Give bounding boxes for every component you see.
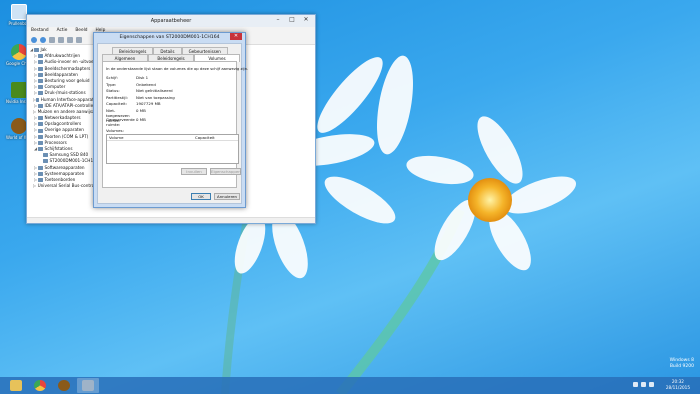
dialog-close-button[interactable]: ✕ <box>230 33 242 40</box>
properties-button[interactable]: Eigenschappen <box>210 168 241 175</box>
forward-icon[interactable] <box>40 37 46 43</box>
device-category-icon <box>38 85 43 90</box>
ok-button[interactable]: OK <box>191 193 211 200</box>
menu-action[interactable]: Actie <box>57 27 68 35</box>
status-bar <box>27 217 315 223</box>
device-manager-titlebar[interactable]: Apparaatbeheer – □ ✕ <box>27 15 315 27</box>
tree-category[interactable]: ▷ Universal Serial Bus-controllers <box>29 183 99 189</box>
field-row: Partitiestijl: Niet van toepassing <box>106 94 175 100</box>
chrome-icon <box>34 380 46 391</box>
file-explorer-icon <box>10 380 22 391</box>
taskbar-chrome[interactable] <box>29 378 51 393</box>
field-row: Capaciteit: 1907729 MB <box>106 101 161 106</box>
minimize-button[interactable]: – <box>271 15 285 24</box>
computer-icon <box>34 48 39 53</box>
field-row: Schijf: Disk 1 <box>106 75 149 80</box>
taskbar-wow[interactable] <box>53 378 75 393</box>
device-category-icon <box>38 72 43 77</box>
device-category-icon <box>38 60 43 65</box>
device-category-icon <box>38 178 43 183</box>
device-category-icon <box>38 134 43 139</box>
maximize-button[interactable]: □ <box>285 15 299 24</box>
fill-button[interactable]: Invullen <box>181 168 207 175</box>
menu-file[interactable]: Bestand <box>31 27 49 35</box>
device-category-icon <box>38 66 43 71</box>
menu-view[interactable]: Beeld <box>75 27 87 35</box>
device-tree: ◢ Jak ▷ Afdrukwachtrijen ▷ Audio-invoer en … <box>29 47 99 217</box>
device-category-icon <box>38 171 43 176</box>
dialog-titlebar[interactable]: Eigenschappen van ST2000DM001-1CH164 ✕ <box>94 33 245 42</box>
tray-flag-icon[interactable] <box>633 382 638 387</box>
device-category-icon <box>38 116 43 121</box>
device-category-icon <box>38 165 43 170</box>
taskbar-device-manager[interactable] <box>77 378 99 393</box>
help-icon[interactable] <box>67 37 73 43</box>
wow-icon <box>11 118 27 134</box>
tab-general[interactable]: Algemeen <box>102 54 148 61</box>
device-category-icon <box>38 91 43 96</box>
tab-events[interactable]: Gebeurtenissen <box>181 47 228 54</box>
properties-dialog[interactable]: Eigenschappen van ST2000DM001-1CH164 ✕ B… <box>93 32 248 208</box>
volumes-table-header: Volume Capaciteit <box>107 135 238 141</box>
back-icon[interactable] <box>31 37 37 43</box>
device-category-icon <box>36 97 40 102</box>
device-category-icon <box>38 140 43 145</box>
tab-details[interactable]: Details <box>153 47 182 54</box>
device-category-icon <box>38 122 43 127</box>
column-volume[interactable]: Volume <box>107 135 195 140</box>
properties-icon[interactable] <box>58 37 64 43</box>
taskbar: 20:32 28/11/2015 <box>0 377 700 394</box>
device-manager-icon <box>82 380 94 391</box>
wow-icon <box>58 380 70 391</box>
scan-icon[interactable] <box>76 37 82 43</box>
chevron-right-icon[interactable]: ▷ <box>33 183 36 189</box>
clock-date: 28/11/2015 <box>665 384 690 390</box>
taskbar-explorer[interactable] <box>5 378 27 393</box>
chrome-icon <box>11 44 27 60</box>
view-icon[interactable] <box>49 37 55 43</box>
cancel-button[interactable]: Annuleren <box>214 193 240 200</box>
tabs-row-1: Beleidsregels Details Gebeurtenissen <box>112 47 228 54</box>
dialog-title: Eigenschappen van ST2000DM001-1CH164 <box>119 35 220 40</box>
device-category-icon <box>38 103 43 108</box>
volumes-panel: In de onderstaande lijst staan de volume… <box>102 61 248 188</box>
device-category-icon <box>43 159 48 164</box>
device-category-icon <box>43 153 48 158</box>
close-button[interactable]: ✕ <box>299 15 313 24</box>
device-category-icon <box>38 147 43 152</box>
volumes-label: Volumes: <box>106 128 124 133</box>
field-row: Type: Onbekend <box>106 81 156 87</box>
device-category-icon <box>38 128 43 133</box>
windows-watermark: Windows 8 Build 9200 <box>669 358 694 369</box>
tray-network-icon[interactable] <box>641 382 646 387</box>
dialog-body: Beleidsregels Details Gebeurtenissen Alg… <box>97 43 248 204</box>
recycle-bin-icon <box>11 4 27 20</box>
tab-policies-2[interactable]: Beleidsregels <box>148 54 194 61</box>
field-row: Gereserveerde ruimte:0 MB <box>106 117 146 127</box>
field-row: Status: Niet geïnitialiseerd <box>106 88 173 93</box>
tab-policies[interactable]: Beleidsregels <box>112 47 154 54</box>
device-category-icon <box>38 54 43 59</box>
volumes-table[interactable]: Volume Capaciteit <box>106 134 239 164</box>
tray-volume-icon[interactable] <box>649 382 654 387</box>
column-capacity[interactable]: Capaciteit <box>195 135 215 140</box>
nvidia-icon <box>11 82 27 98</box>
volumes-description: In de onderstaande lijst staan de volume… <box>106 66 249 71</box>
taskbar-clock[interactable]: 20:32 28/11/2015 <box>666 379 690 390</box>
device-category-icon <box>38 79 43 84</box>
